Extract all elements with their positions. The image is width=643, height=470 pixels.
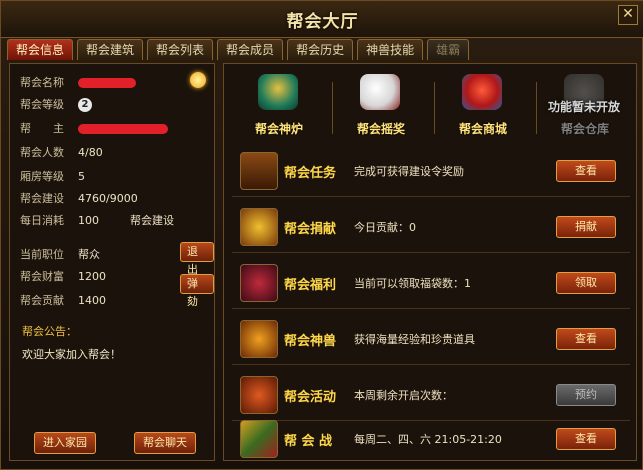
feature-desc: 每周二、四、六 21:05-21:20 — [354, 433, 502, 446]
sun-icon — [190, 72, 206, 88]
not-open-note: 功能暂未开放 — [547, 100, 620, 114]
build-label: 帮会建设 — [20, 192, 64, 205]
drum-icon — [240, 376, 278, 414]
daily-unit: 帮会建设 — [130, 214, 174, 227]
members-value: 4/80 — [78, 146, 103, 159]
tab-hegemony[interactable]: 雄霸 — [427, 39, 470, 60]
guild-chat-button[interactable]: 帮会聊天 — [134, 432, 196, 454]
reserve-button[interactable]: 预约 — [556, 384, 616, 406]
tab-guild-buildings[interactable]: 帮会建筑 — [77, 39, 144, 60]
wealth-label: 帮会财富 — [20, 270, 64, 283]
position-value: 帮众 — [78, 248, 100, 261]
contrib-value: 1400 — [78, 294, 106, 307]
level-badge: 2 — [78, 98, 92, 112]
donate-button[interactable]: 捐献 — [556, 216, 616, 238]
guild-shop-tile[interactable]: 帮会商城 — [434, 68, 532, 140]
feature-row-welfare: 帮会福利 当前可以领取福袋数：1 领取 — [232, 258, 630, 309]
dice-icon — [360, 74, 400, 110]
warehouse-label: 帮会仓库 — [560, 122, 609, 136]
title-bar: 帮会大厅 ✕ — [1, 1, 643, 38]
info-row-leader: 帮 主 — [20, 120, 168, 136]
daily-value: 100 — [78, 214, 99, 227]
feature-desc: 获得海量经验和珍贵道具 — [354, 333, 475, 346]
shop-label: 帮会商城 — [458, 122, 507, 136]
claim-button[interactable]: 领取 — [556, 272, 616, 294]
feature-name: 帮会捐献 — [284, 222, 337, 237]
furnace-icon — [258, 74, 298, 110]
tab-guild-info[interactable]: 帮会信息 — [7, 39, 74, 60]
name-label: 帮会名称 — [20, 76, 64, 89]
scroll-icon — [240, 152, 278, 190]
tab-bar: 帮会信息 帮会建筑 帮会列表 帮会成员 帮会历史 神兽技能 雄霸 — [7, 39, 470, 61]
notice-text: 欢迎大家加入帮会！ — [22, 348, 121, 361]
enter-home-button[interactable]: 进入家园 — [34, 432, 96, 454]
info-row-build: 帮会建设 4760/9000 — [20, 190, 138, 206]
shop-icon — [462, 74, 502, 110]
redacted-leader — [78, 124, 168, 134]
impeach-button[interactable]: 弹劾 — [180, 274, 214, 308]
quit-button[interactable]: 退出 — [180, 242, 214, 276]
tab-guild-members[interactable]: 帮会成员 — [217, 39, 284, 60]
feature-name: 帮会福利 — [284, 278, 337, 293]
info-row-position: 当前职位 帮众 — [20, 246, 100, 262]
wealth-value: 1200 — [78, 270, 106, 283]
redacted-name — [78, 78, 136, 88]
guild-warehouse-tile: 帮会仓库 功能暂未开放 — [536, 68, 634, 140]
tab-guild-history[interactable]: 帮会历史 — [287, 39, 354, 60]
view-beast-button[interactable]: 查看 — [556, 328, 616, 350]
guild-hall-window: 帮会大厅 ✕ 帮会信息 帮会建筑 帮会列表 帮会成员 帮会历史 神兽技能 雄霸 … — [0, 0, 643, 470]
furnace-label: 帮会神炉 — [254, 122, 303, 136]
flags-icon — [240, 420, 278, 458]
leader-label: 帮 主 — [20, 122, 64, 135]
feature-desc: 本周剩余开启次数： — [354, 389, 453, 402]
close-icon[interactable]: ✕ — [618, 5, 638, 25]
feature-row-donate: 帮会捐献 今日贡献：0 捐献 — [232, 202, 630, 253]
contrib-label: 帮会贡献 — [20, 294, 64, 307]
level-label: 帮会等级 — [20, 98, 64, 111]
daily-label: 每日消耗 — [20, 214, 64, 227]
lucky-bag-icon — [240, 264, 278, 302]
tab-beast-skills[interactable]: 神兽技能 — [357, 39, 424, 60]
lottery-label: 帮会摇奖 — [356, 122, 405, 136]
feature-name: 帮 会 战 — [284, 434, 333, 449]
info-row-daily: 每日消耗 100 帮会建设 — [20, 212, 174, 228]
feature-row-beast: 帮会神兽 获得海量经验和珍贵道具 查看 — [232, 314, 630, 365]
feature-desc: 今日贡献：0 — [354, 221, 416, 234]
feature-name: 帮会活动 — [284, 390, 337, 405]
feature-row-task: 帮会任务 完成可获得建设令奖励 查看 — [232, 146, 630, 197]
dragon-icon — [240, 320, 278, 358]
info-row-members: 帮会人数 4/80 — [20, 144, 103, 160]
feature-row-war: 帮 会 战 每周二、四、六 21:05-21:20 查看 — [232, 414, 630, 464]
info-row-wealth: 帮会财富 1200 — [20, 268, 106, 284]
notice-label: 帮会公告： — [22, 325, 77, 338]
feature-desc: 当前可以领取福袋数：1 — [354, 277, 471, 290]
info-row-contrib: 帮会贡献 1400 — [20, 292, 106, 308]
tab-guild-list[interactable]: 帮会列表 — [147, 39, 214, 60]
guild-furnace-tile[interactable]: 帮会神炉 — [230, 68, 328, 140]
gold-icon — [240, 208, 278, 246]
view-war-button[interactable]: 查看 — [556, 428, 616, 450]
info-row-level: 帮会等级 2 — [20, 96, 92, 112]
guild-lottery-tile[interactable]: 帮会摇奖 — [332, 68, 430, 140]
info-row-name: 帮会名称 — [20, 74, 136, 90]
window-title: 帮会大厅 — [286, 12, 359, 32]
feature-name: 帮会任务 — [284, 166, 337, 181]
build-value: 4760/9000 — [78, 192, 138, 205]
wing-value: 5 — [78, 170, 85, 183]
view-task-button[interactable]: 查看 — [556, 160, 616, 182]
position-label: 当前职位 — [20, 248, 64, 261]
guild-info-panel: 帮会名称 帮会等级 2 帮 主 帮会人数 4/80 厢房等级 5 帮会建设 4760/9… — [9, 63, 215, 461]
members-label: 帮会人数 — [20, 146, 64, 159]
info-row-wing: 厢房等级 5 — [20, 168, 85, 184]
guild-features-panel: 帮会神炉 帮会摇奖 帮会商城 帮会仓库 功能暂未开放 帮会任务 完成可获得建设令… — [223, 63, 637, 461]
feature-desc: 完成可获得建设令奖励 — [354, 165, 464, 178]
wing-label: 厢房等级 — [20, 170, 64, 183]
feature-name: 帮会神兽 — [284, 334, 337, 349]
